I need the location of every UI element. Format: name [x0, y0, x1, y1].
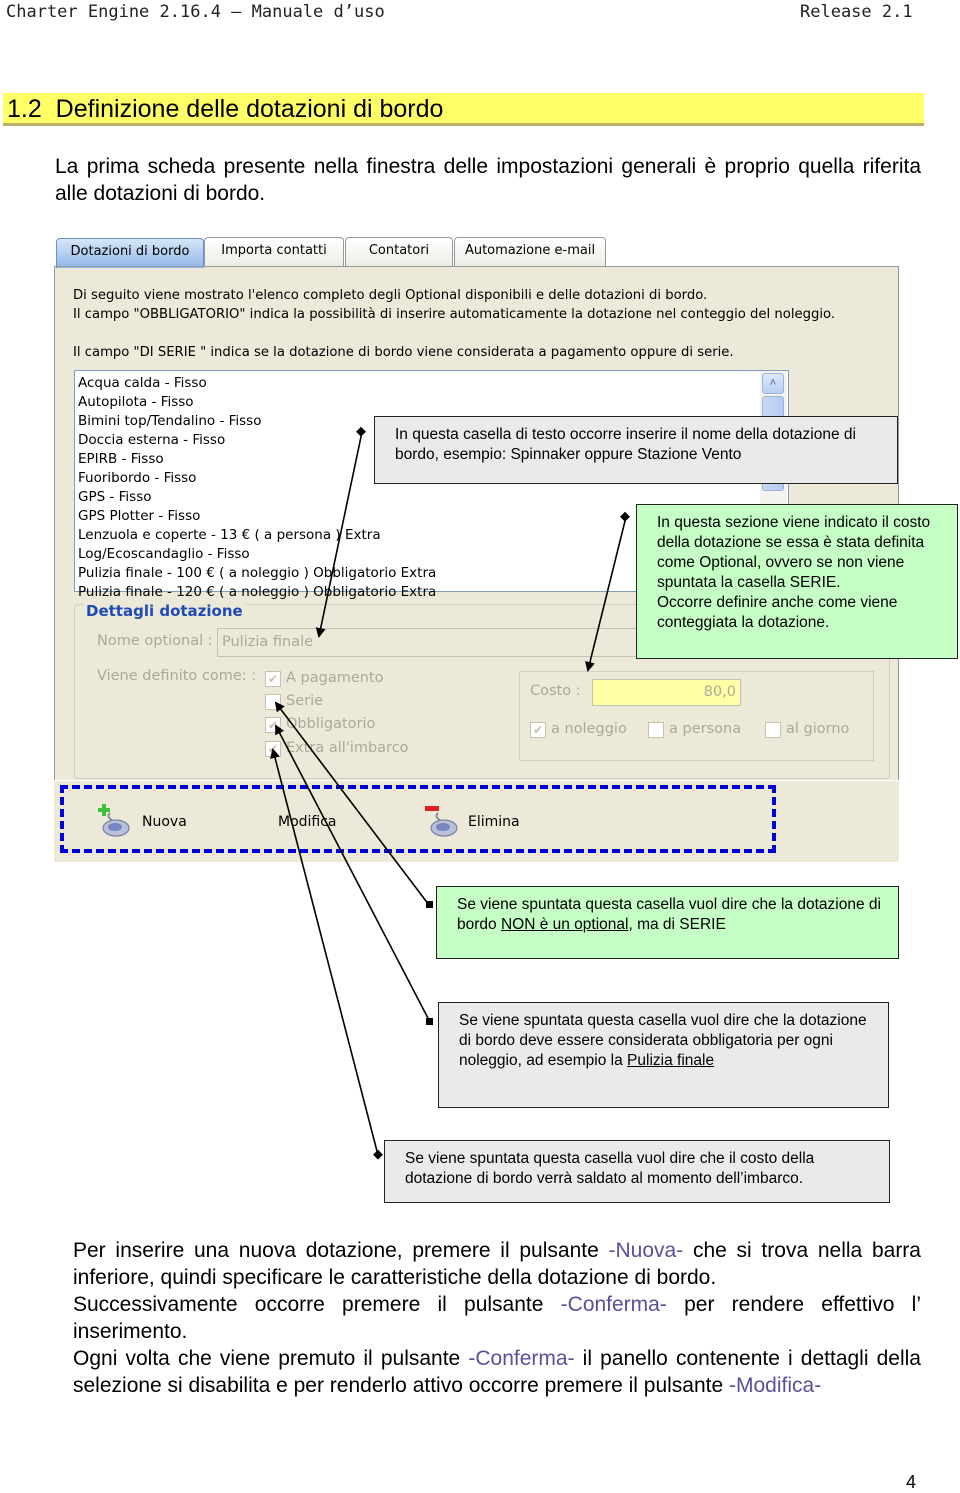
tab-contatori[interactable]: Contatori: [345, 237, 453, 267]
name-label: Nome optional :: [97, 633, 213, 649]
document-header-release: Release 2.1: [800, 2, 913, 22]
callout-obbligatorio-underlined: Pulizia finale: [627, 1052, 715, 1069]
section-title: Definizione delle dotazioni di bordo: [55, 95, 444, 123]
highlight-nuova: -Nuova-: [608, 1239, 684, 1262]
section-number: 1.2: [7, 95, 42, 123]
a-noleggio-checkbox[interactable]: ✔: [530, 722, 546, 738]
details-group-title: Dettagli dotazione: [84, 602, 245, 620]
a-persona-label: a persona: [669, 721, 742, 737]
delete-button-label: Elimina: [468, 814, 520, 830]
paragraph-edit: Ogni volta che viene premuto il pulsante…: [73, 1347, 921, 1397]
check-icon: ✔: [267, 718, 279, 732]
serie-checkbox[interactable]: [265, 694, 281, 710]
delete-button[interactable]: Elimina: [424, 803, 520, 844]
add-boat-icon: [98, 804, 130, 837]
arrow-anchor: [373, 1149, 383, 1160]
scroll-up-icon[interactable]: ˄: [762, 373, 784, 394]
a-persona-checkbox[interactable]: [648, 722, 664, 738]
a-noleggio-label: a noleggio: [551, 721, 627, 737]
check-icon: ✔: [267, 672, 279, 686]
check-icon: ✔: [532, 723, 544, 737]
callout-serie: Se viene spuntata questa casella vuol di…: [436, 886, 899, 959]
defined-as-label: Viene definito come: :: [97, 668, 257, 684]
tab-dotazioni-di-bordo[interactable]: Dotazioni di bordo: [56, 238, 204, 268]
new-button-label: Nuova: [142, 814, 187, 830]
callout-obbligatorio: Se viene spuntata questa casella vuol di…: [438, 1002, 889, 1108]
extra-imbarco-checkbox[interactable]: ✔: [265, 741, 281, 757]
highlight-modifica: -Modifica-: [729, 1374, 822, 1397]
list-item[interactable]: Acqua calda - Fisso: [75, 374, 788, 393]
paragraph-confirm: Successivamente occorre premere il pulsa…: [73, 1293, 921, 1343]
section-heading: 1.2 Definizione delle dotazioni di bordo: [3, 93, 924, 126]
document-header-title: Charter Engine 2.16.4 – Manuale d’uso: [6, 2, 385, 22]
arrow-anchor: [426, 901, 433, 908]
new-button[interactable]: Nuova: [96, 803, 187, 844]
cost-input[interactable]: 80,0: [592, 679, 741, 706]
highlight-conferma: -Conferma-: [560, 1293, 667, 1316]
obbligatorio-checkbox[interactable]: ✔: [265, 717, 281, 733]
callout-serie-text-end: , ma di SERIE: [628, 916, 726, 933]
serie-label: Serie: [286, 693, 324, 709]
edit-button[interactable]: Modifica: [278, 814, 337, 830]
callout-extra: Se viene spuntata questa casella vuol di…: [384, 1140, 890, 1203]
callout-serie-underlined: NON è un optional: [500, 916, 629, 933]
description-line-3: Il campo "DI SERIE " indica se la dotazi…: [73, 345, 734, 360]
al-giorno-label: al giorno: [786, 721, 850, 737]
callout-cost-text-2: Occorre definire anche come viene conteg…: [657, 594, 898, 631]
page-number: 4: [906, 1472, 917, 1492]
tab-importa-contatti[interactable]: Importa contatti: [204, 237, 344, 267]
paragraph-new: Per inserire una nuova dotazione, premer…: [73, 1239, 921, 1289]
check-icon: ✔: [267, 742, 279, 756]
extra-imbarco-label: Extra all'imbarco: [286, 740, 409, 756]
list-item[interactable]: Autopilota - Fisso: [75, 393, 788, 412]
a-pagamento-label: A pagamento: [286, 670, 384, 686]
description-line-2: Il campo "OBBLIGATORIO" indica la possib…: [73, 307, 836, 322]
obbligatorio-label: Obbligatorio: [286, 716, 376, 732]
delete-boat-icon: [425, 806, 458, 837]
a-pagamento-checkbox[interactable]: ✔: [265, 671, 281, 687]
callout-name-field: In questa casella di testo occorre inser…: [374, 416, 898, 484]
intro-paragraph: La prima scheda presente nella finestra …: [55, 155, 921, 205]
callout-cost-text: In questa sezione viene indicato il cost…: [657, 514, 931, 591]
highlight-conferma-2: -Conferma-: [468, 1347, 575, 1370]
description-line-1: Di seguito viene mostrato l'elenco compl…: [73, 288, 708, 303]
tab-automazione-email[interactable]: Automazione e-mail: [454, 237, 606, 267]
al-giorno-checkbox[interactable]: [765, 722, 781, 738]
arrow-anchor: [426, 1018, 433, 1025]
callout-cost-section: In questa sezione viene indicato il cost…: [636, 504, 958, 659]
cost-label: Costo :: [530, 683, 581, 699]
